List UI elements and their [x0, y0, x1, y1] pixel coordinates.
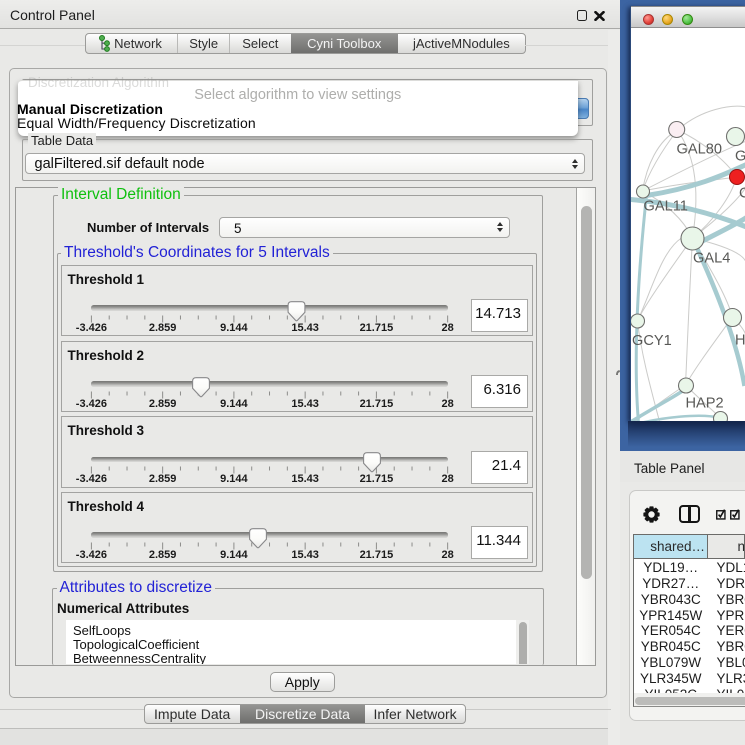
svg-text:GA: GA: [735, 148, 745, 164]
svg-text:GAL11: GAL11: [643, 198, 687, 214]
svg-text:GCY1: GCY1: [632, 333, 672, 349]
svg-text:C: C: [739, 185, 745, 201]
svg-text:GAL80: GAL80: [676, 141, 721, 157]
svg-text:GAL4: GAL4: [693, 250, 730, 266]
svg-text:HAP2: HAP2: [685, 395, 723, 411]
svg-text:H: H: [735, 332, 745, 348]
